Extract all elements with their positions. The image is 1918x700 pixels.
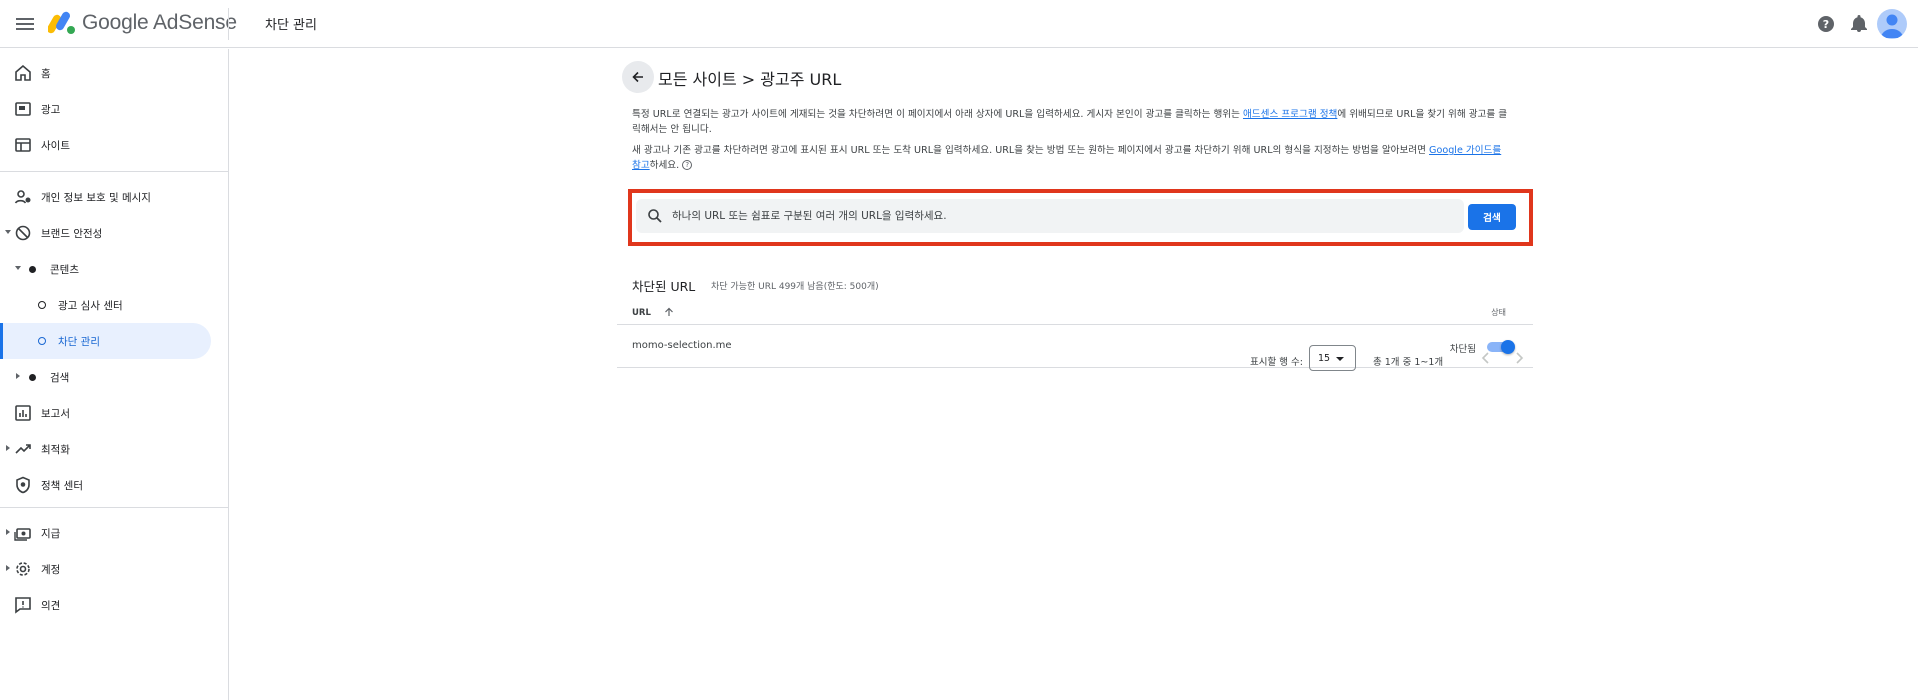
expand-right-icon [6,565,10,571]
bell-icon[interactable] [1847,12,1871,36]
chevron-left-icon[interactable] [1477,349,1495,367]
url-cell: momo-selection.me [632,340,732,351]
sidebar-item-label: 개인 정보 보호 및 메시지 [41,192,151,204]
expand-right-icon [6,445,10,451]
sidebar-item-label: 사이트 [41,140,70,152]
sites-icon [15,138,31,152]
sidebar-item-label: 브랜드 안전성 [41,228,103,240]
sidebar-item-label: 보고서 [41,408,70,420]
sidebar-item-ad-review[interactable]: 광고 심사 센터 [0,287,229,323]
table-header: URL 상태 [617,301,1533,325]
sidebar-item-label: 홈 [41,68,51,80]
account-avatar[interactable] [1877,9,1907,39]
sidebar-divider [0,507,229,508]
menu-icon[interactable] [13,12,37,36]
bullet-icon [29,374,36,381]
ads-icon [15,102,31,116]
sidebar-item-reports[interactable]: 보고서 [0,395,229,431]
sidebar-item-account[interactable]: 계정 [0,551,229,587]
sidebar-item-label: 광고 심사 센터 [58,300,123,312]
back-arrow-icon [632,71,643,83]
expand-right-icon [16,373,20,379]
sidebar-item-blocking[interactable]: 차단 관리 [0,323,211,359]
program-policy-link[interactable]: 애드센스 프로그램 정책 [1243,109,1337,120]
sidebar-item-payments[interactable]: 지급 [0,515,229,551]
reports-icon [15,405,31,421]
sidebar-item-label: 콘텐츠 [50,264,79,276]
svg-text:?: ? [1823,18,1829,31]
rows-per-page-select[interactable]: 15 [1309,345,1356,371]
column-header-url[interactable]: URL [632,308,651,318]
description-text: 특정 URL로 연결되는 광고가 사이트에 게재되는 것을 차단하려면 이 페이… [632,109,1243,120]
bullet-icon [29,266,36,273]
bullet-ring-icon [38,337,46,345]
blocked-urls-title: 차단된 URL [632,279,696,294]
description-paragraph-1: 특정 URL로 연결되는 광고가 사이트에 게재되는 것을 차단하려면 이 페이… [632,107,1512,137]
dropdown-arrow-icon [1336,357,1344,361]
adsense-logo-icon[interactable] [48,10,76,36]
sidebar-nav: 홈 광고 사이트 개인 정보 보호 및 메시지 브랜드 안전성 콘텐츠 광고 심… [0,49,229,700]
bullet-ring-icon [38,301,46,309]
header-divider [228,8,229,40]
sidebar-item-label: 차단 관리 [58,336,100,348]
chevron-right-icon[interactable] [1510,349,1528,367]
main-content: 모든 사이트 > 광고주 URL 특정 URL로 연결되는 광고가 사이트에 게… [229,49,1918,700]
expand-down-icon [15,266,21,270]
column-header-status: 상태 [1491,308,1506,317]
description-paragraph-2: 새 광고나 기존 광고를 차단하려면 광고에 표시된 표시 URL 또는 도착 … [632,143,1512,173]
sidebar-item-label: 최적화 [41,444,70,456]
sidebar-item-sites[interactable]: 사이트 [0,127,229,163]
url-search-input[interactable] [672,199,1452,233]
sidebar-item-label: 계정 [41,564,61,576]
expand-down-icon [5,230,11,234]
status-cell: 차단됨 [1449,344,1476,355]
sidebar-item-label: 정책 센터 [41,480,83,492]
sidebar-item-feedback[interactable]: 의견 [0,587,229,623]
sidebar-item-search[interactable]: 검색 [0,359,229,395]
sidebar-item-content[interactable]: 콘텐츠 [0,251,229,287]
search-icon [648,209,662,223]
sidebar-item-home[interactable]: 홈 [0,55,229,91]
sidebar-item-optimization[interactable]: 최적화 [0,431,229,467]
feedback-icon [15,597,31,614]
rows-per-page-value: 15 [1318,353,1331,364]
trending-up-icon [15,444,31,454]
description-text: 새 광고나 기존 광고를 차단하려면 광고에 표시된 표시 URL 또는 도착 … [632,145,1430,156]
breadcrumb-heading: 모든 사이트 > 광고주 URL [658,70,842,89]
sidebar-item-ads[interactable]: 광고 [0,91,229,127]
sort-up-icon[interactable] [663,306,675,318]
pagination-range: 총 1개 중 1~1개 [1373,357,1444,368]
privacy-person-icon [14,190,31,204]
search-button[interactable]: 검색 [1468,204,1516,230]
back-button[interactable] [622,61,654,93]
sidebar-item-label: 지급 [41,528,61,540]
expand-right-icon [6,529,10,535]
active-indicator [0,323,3,359]
gear-icon [16,562,30,576]
top-app-bar: Google AdSense 차단 관리 ? [0,0,1918,48]
home-icon [15,64,31,81]
block-icon [15,225,31,241]
blocked-urls-quota: 차단 가능한 URL 499개 남음(한도: 500개) [711,282,879,292]
sidebar-item-policy[interactable]: 정책 센터 [0,467,229,503]
url-search-field[interactable] [636,199,1464,233]
shield-icon [16,476,30,494]
sidebar-item-label: 광고 [41,104,61,116]
sidebar-item-label: 의견 [41,600,61,612]
description-text: 하세요. [649,160,680,171]
help-tooltip-icon[interactable]: ? [682,160,693,170]
rows-per-page-label: 표시할 행 수: [1250,357,1303,368]
brand-name[interactable]: Google AdSense [82,11,237,35]
sidebar-divider [0,171,229,172]
sidebar-item-label: 검색 [50,372,70,384]
payments-icon [14,528,31,541]
page-title: 차단 관리 [265,18,317,33]
sidebar-item-brand-safety[interactable]: 브랜드 안전성 [0,215,229,251]
sidebar-item-privacy[interactable]: 개인 정보 보호 및 메시지 [0,179,229,215]
help-icon[interactable]: ? [1814,12,1838,36]
